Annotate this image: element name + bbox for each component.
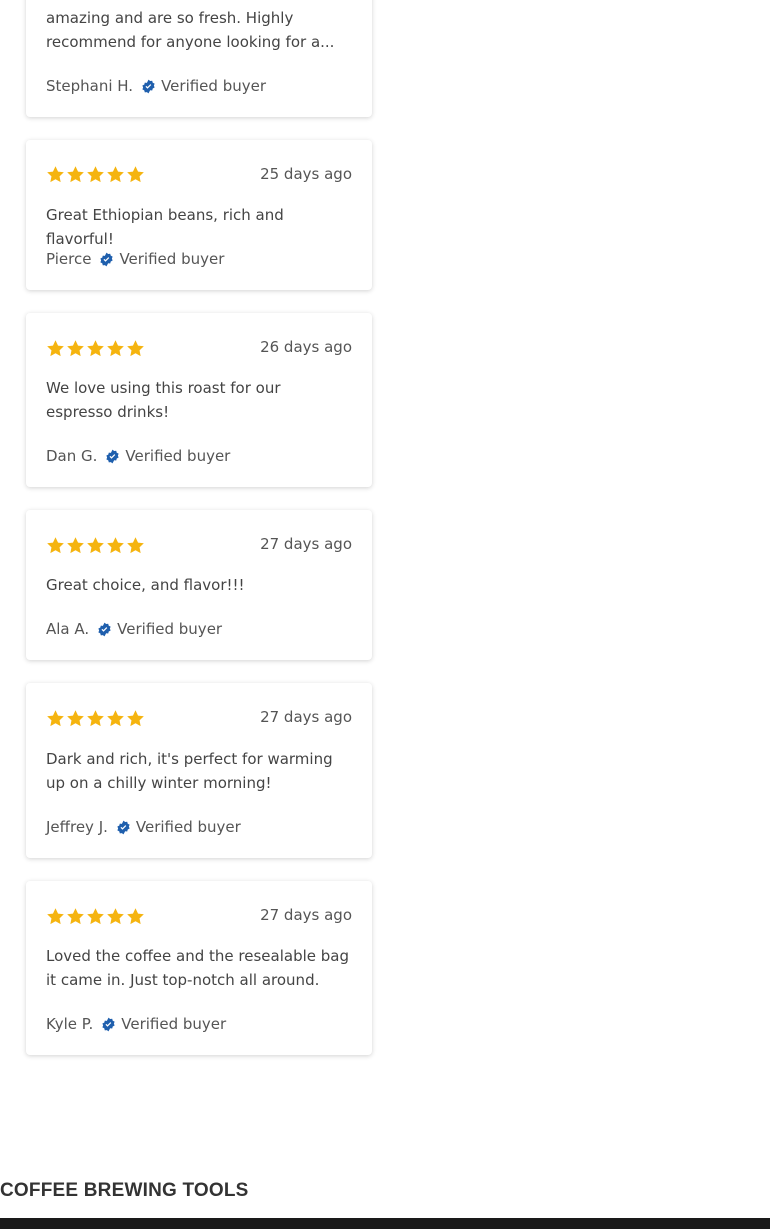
star-icon [46,165,65,184]
star-icon [126,709,145,728]
footer-bar [0,1218,770,1229]
star-icon [66,907,85,926]
review-author: Jeffrey J. Verified buyer [46,817,241,837]
star-rating [46,709,145,728]
verified-badge-icon [97,622,112,637]
reviewer-name: Pierce [46,250,92,268]
star-icon [66,339,85,358]
review-text: We love using this roast for our espress… [46,379,281,421]
review-text: Dark and rich, it's perfect for warming … [46,750,333,792]
section-heading: COFFEE BREWING TOOLS [0,1180,249,1201]
star-rating [46,165,145,184]
review-text: amazing and are so fresh. Highly recomme… [46,9,335,51]
star-icon [106,339,125,358]
review-date: 25 days ago [260,165,352,183]
review-author: Stephani H. Verified buyer [46,76,266,96]
verified-label: Verified buyer [117,620,223,638]
review-card: 27 days ago Loved the coffee and the res… [26,881,372,1055]
review-date: 27 days ago [260,906,352,924]
star-icon [66,165,85,184]
star-icon [86,907,105,926]
reviewer-name: Ala A. [46,620,90,638]
star-icon [66,536,85,555]
star-icon [46,339,65,358]
reviewer-name: Dan G. [46,447,98,465]
star-icon [106,709,125,728]
review-author: Kyle P. Verified buyer [46,1014,226,1034]
verified-label: Verified buyer [119,250,225,268]
star-icon [86,536,105,555]
review-card: 25 days ago Great Ethiopian beans, rich … [26,140,372,290]
review-card: 27 days ago Great choice, and flavor!!! … [26,510,372,660]
star-rating [46,536,145,555]
verified-badge-icon [116,820,131,835]
star-rating [46,907,145,926]
reviewer-name: Kyle P. [46,1015,94,1033]
review-date: 26 days ago [260,338,352,356]
review-date: 27 days ago [260,535,352,553]
verified-label: Verified buyer [135,818,241,836]
review-text: Great Ethiopian beans, rich and flavorfu… [46,206,284,248]
star-icon [106,907,125,926]
review-author: Ala A. Verified buyer [46,619,222,639]
verified-label: Verified buyer [121,1015,227,1033]
review-text: Loved the coffee and the resealable bag … [46,947,349,989]
review-date: 27 days ago [260,708,352,726]
star-icon [66,709,85,728]
review-card: 26 days ago We love using this roast for… [26,313,372,487]
star-icon [86,339,105,358]
review-text: Great choice, and flavor!!! [46,576,245,594]
star-icon [46,907,65,926]
reviewer-name: Jeffrey J. [46,818,108,836]
star-icon [106,165,125,184]
reviewer-name: Stephani H. [46,77,134,95]
star-icon [86,165,105,184]
verified-badge-icon [141,79,156,94]
star-rating [46,339,145,358]
verified-badge-icon [101,1017,116,1032]
star-icon [126,165,145,184]
star-icon [126,907,145,926]
verified-label: Verified buyer [161,77,267,95]
star-icon [126,339,145,358]
review-author: Pierce Verified buyer [46,249,224,269]
star-icon [106,536,125,555]
verified-badge-icon [105,449,120,464]
review-card: 27 days ago Dark and rich, it's perfect … [26,683,372,858]
star-icon [46,709,65,728]
verified-badge-icon [99,252,114,267]
review-card: amazing and are so fresh. Highly recomme… [26,0,372,117]
review-author: Dan G. Verified buyer [46,446,230,466]
star-icon [126,536,145,555]
star-icon [86,709,105,728]
star-icon [46,536,65,555]
verified-label: Verified buyer [125,447,231,465]
